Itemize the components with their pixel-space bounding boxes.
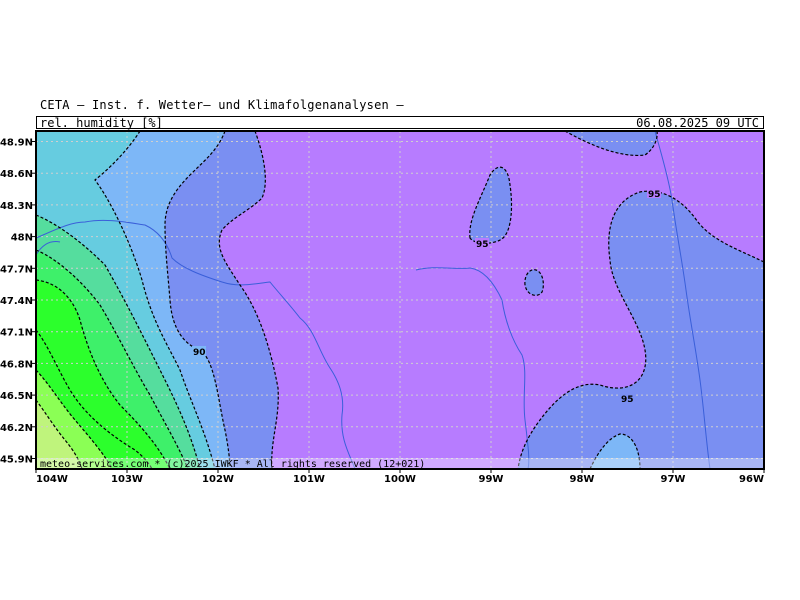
lat-label: 46.8N [0,359,33,370]
lat-label: 47.7N [0,264,33,275]
lon-label: 97W [661,474,686,485]
lon-label: 101W [293,474,325,485]
lon-label: 104W [36,474,68,485]
lon-label: 102W [202,474,234,485]
contour-label: 95 [621,395,634,405]
contour-label: 95 [476,240,489,250]
lon-label: 99W [479,474,504,485]
lon-label: 98W [570,474,595,485]
lat-label: 46.2N [0,423,33,434]
longitude-labels: 104W 103W 102W 101W 100W 99W 98W 97W 96W [35,469,765,485]
lat-label: 48.9N [0,138,33,149]
lat-label: 48.6N [0,169,33,180]
lat-label: 45.9N [0,455,33,466]
humidity-map: 90 95 95 95 meteo-services.com * (c)2025… [0,130,765,485]
lon-label: 96W [739,474,764,485]
lat-label: 46.5N [0,391,33,402]
lat-label: 47.4N [0,296,33,307]
contour-label: 95 [648,190,661,200]
lon-label: 103W [111,474,143,485]
lat-label: 47.1N [0,328,33,339]
lat-label: 48N [11,233,33,244]
lat-label: 48.3N [0,201,33,212]
lon-label: 100W [384,474,416,485]
latitude-labels: 48.9N 48.6N 48.3N 48N 47.7N 47.4N 47.1N 46.8N 46… [0,138,36,466]
contour-label: 90 [193,348,206,358]
